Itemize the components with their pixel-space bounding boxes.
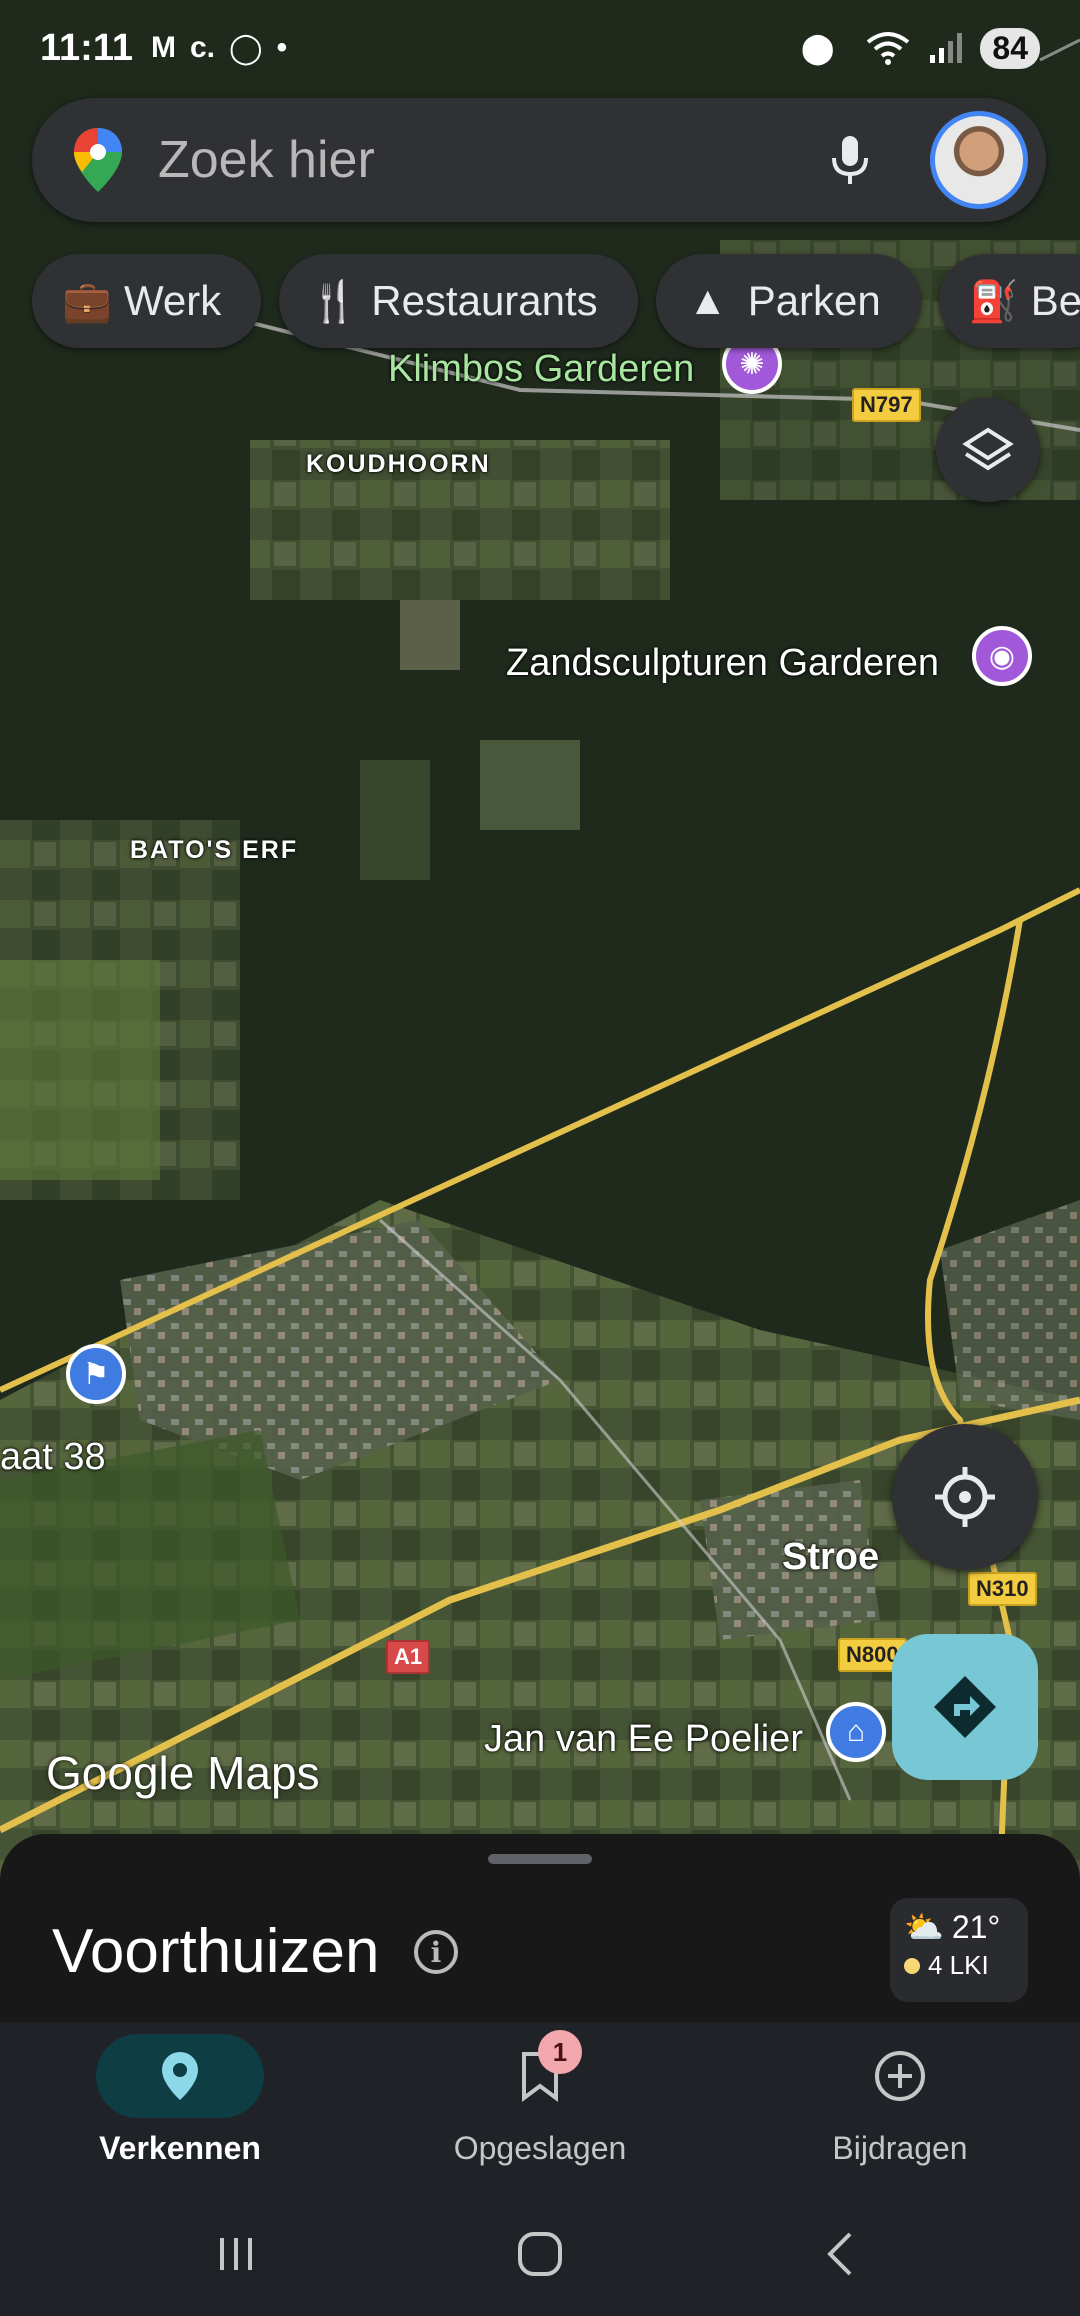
mic-icon[interactable] — [820, 130, 880, 190]
road-shield-n310: N310 — [968, 1572, 1037, 1606]
maps-pin-logo — [74, 128, 122, 192]
avatar[interactable] — [930, 111, 1028, 209]
tab-bijdragen[interactable]: Bijdragen — [720, 2022, 1080, 2192]
directions-icon — [934, 1676, 996, 1738]
tab-pill — [96, 2034, 264, 2118]
poi-label-jan-van-ee[interactable]: Jan van Ee Poelier — [484, 1718, 803, 1761]
tab-pill — [816, 2034, 984, 2118]
layers-button[interactable] — [936, 398, 1040, 502]
crosshair-icon — [935, 1467, 995, 1527]
camera-attraction-icon[interactable]: ◉ — [972, 626, 1032, 686]
add-circle-icon — [875, 2051, 925, 2101]
tab-label: Bijdragen — [832, 2130, 968, 2166]
home-icon — [518, 2232, 562, 2276]
town-label-stroe[interactable]: Stroe — [782, 1536, 879, 1579]
recent-apps-button[interactable] — [196, 2222, 276, 2286]
chip-label: Parken — [747, 277, 881, 324]
location-icon: ⬤ — [800, 31, 835, 65]
bottom-navigation: Verkennen 1 Opgeslagen Bijdragen — [0, 2022, 1080, 2192]
my-location-button[interactable] — [892, 1424, 1038, 1570]
tab-label: Opgeslagen — [453, 2130, 627, 2166]
poi-label-street: aat 38 — [0, 1436, 106, 1478]
dot-icon: • — [276, 31, 288, 64]
road-shield-a1: A1 — [386, 1640, 431, 1674]
tab-label: Verkennen — [99, 2130, 261, 2166]
signal-icon — [930, 33, 963, 63]
google-maps-logo: Google Maps — [46, 1747, 320, 1799]
chip-restaurants[interactable]: 🍴 Restaurants — [279, 254, 638, 348]
tab-verkennen[interactable]: Verkennen — [0, 2022, 360, 2192]
shopping-bag-icon[interactable]: ⌂ — [826, 1702, 886, 1762]
location-pin-icon — [162, 2052, 198, 2100]
air-quality: 4 LKI — [928, 1950, 989, 1980]
partly-cloudy-icon: ⛅ — [904, 1909, 944, 1945]
briefcase-icon: 💼 — [62, 279, 112, 324]
poi-label-klimbos[interactable]: Klimbos Garderen — [388, 348, 694, 391]
sheet-drag-handle[interactable] — [488, 1854, 592, 1864]
area-label-koudhoorn: KOUDHOORN — [306, 450, 491, 478]
chip-benzine[interactable]: ⛽ Ben — [938, 254, 1080, 348]
home-button[interactable] — [500, 2222, 580, 2286]
chip-parken[interactable]: ▲ Parken — [655, 254, 921, 348]
search-bar[interactable]: Zoek hier — [32, 98, 1046, 222]
temperature: 21° — [951, 1908, 1001, 1945]
layers-icon — [962, 427, 1014, 471]
weather-widget[interactable]: ⛅ 21° 4 LKI — [890, 1898, 1028, 2002]
place-sheet[interactable]: Voorthuizen i ⛅ 21° 4 LKI — [0, 1834, 1080, 2022]
directions-button[interactable] — [892, 1634, 1038, 1780]
chat-bubble-icon: ◯ — [229, 31, 263, 65]
tab-opgeslagen[interactable]: 1 Opgeslagen — [360, 2022, 720, 2192]
place-title: Voorthuizen — [52, 1917, 380, 1986]
category-chips: 💼 Werk 🍴 Restaurants ▲ Parken ⛽ Ben — [32, 254, 1080, 348]
tree-icon: ▲ — [687, 278, 728, 323]
search-input[interactable]: Zoek hier — [158, 130, 820, 190]
system-navigation-bar — [0, 2192, 1080, 2316]
chip-label: Restaurants — [371, 277, 598, 324]
fork-knife-icon: 🍴 — [309, 279, 360, 324]
wifi-icon — [867, 32, 910, 65]
saved-count-badge: 1 — [538, 2030, 582, 2074]
area-label-batos-erf: BATO'S ERF — [130, 836, 299, 864]
back-button[interactable] — [800, 2222, 880, 2286]
recent-apps-icon — [220, 2238, 252, 2270]
back-icon — [827, 2232, 852, 2276]
poi-label-zandsculpturen[interactable]: Zandsculpturen Garderen — [506, 642, 939, 685]
chip-label: Ben — [1030, 277, 1080, 324]
status-bar: 11:11 M c. ◯ • ⬤ 84 — [0, 0, 1080, 96]
road-shield-n797: N797 — [852, 388, 921, 422]
battery-indicator: 84 — [980, 27, 1040, 69]
gmail-icon: M — [151, 31, 176, 64]
flag-marker-icon[interactable]: ⚑ — [66, 1344, 126, 1404]
fuel-pump-icon: ⛽ — [968, 279, 1019, 324]
chip-werk[interactable]: 💼 Werk — [32, 254, 262, 348]
clock: 11:11 — [40, 26, 133, 69]
air-quality-dot-icon — [904, 1957, 920, 1974]
chip-label: Werk — [124, 277, 222, 324]
c-icon: c. — [190, 31, 216, 64]
info-icon[interactable]: i — [414, 1930, 458, 1974]
